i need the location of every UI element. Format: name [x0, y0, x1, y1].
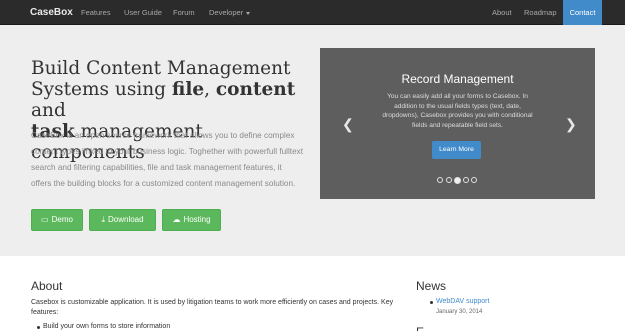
nav-features[interactable]: Features — [81, 0, 111, 25]
download-button[interactable]: ⤓ Download — [89, 209, 156, 231]
learn-more-button[interactable]: Learn More — [432, 141, 481, 159]
news-date: January 30, 2014 — [436, 309, 483, 315]
carousel-dot-2[interactable] — [446, 177, 452, 183]
news-heading: News — [416, 279, 447, 293]
hero-description: CaseBox is an open source framework that… — [31, 131, 304, 188]
hosting-button-label: Hosting — [183, 215, 211, 224]
carousel-title: Record Management — [401, 72, 514, 86]
carousel-dot-4[interactable] — [463, 177, 469, 183]
next-section-heading: E — [416, 325, 424, 331]
about-heading: About — [31, 279, 63, 293]
chevron-left-icon[interactable]: ❮ — [342, 117, 354, 131]
nav-developer-label: Developer — [209, 8, 244, 17]
hosting-button[interactable]: ☁ Hosting — [162, 209, 221, 231]
nav-roadmap[interactable]: Roadmap — [524, 0, 557, 25]
carousel-dot-3[interactable] — [454, 176, 461, 184]
chevron-right-icon[interactable]: ❯ — [565, 117, 577, 131]
caret-down-icon — [246, 11, 251, 15]
hero-title-line1: Build Content Management — [31, 58, 291, 79]
hero-title-line2: Systems using file, content and — [31, 79, 296, 121]
download-icon: ⤓ — [101, 215, 105, 224]
nav-developer-dropdown[interactable]: Developer — [209, 0, 251, 25]
news-link-webdav[interactable]: WebDAV support — [429, 298, 489, 305]
carousel-dot-5[interactable] — [471, 177, 477, 183]
nav-contact[interactable]: Contact — [563, 0, 602, 25]
demo-button-label: Demo — [51, 215, 73, 224]
nav-about[interactable]: About — [492, 0, 512, 25]
cloud-icon: ☁ — [172, 215, 181, 224]
download-button-label: Download — [107, 215, 144, 224]
feature-list-item: Build your own forms to store informatio… — [36, 323, 171, 330]
carousel-dot-1[interactable] — [437, 177, 443, 183]
monitor-icon: ▭ — [41, 215, 49, 224]
nav-forum[interactable]: Forum — [173, 0, 195, 25]
feature-carousel: Record Management You can easily add all… — [320, 48, 595, 199]
nav-user-guide[interactable]: User Guide — [124, 0, 162, 25]
demo-button[interactable]: ▭ Demo — [31, 209, 83, 231]
carousel-text: You can easily add all your forms to Cas… — [382, 93, 533, 129]
brand-logo[interactable]: CaseBox — [30, 0, 73, 25]
about-text: Casebox is customizable application. It … — [31, 299, 394, 316]
top-navbar: CaseBox Features User Guide Forum Develo… — [0, 0, 625, 25]
